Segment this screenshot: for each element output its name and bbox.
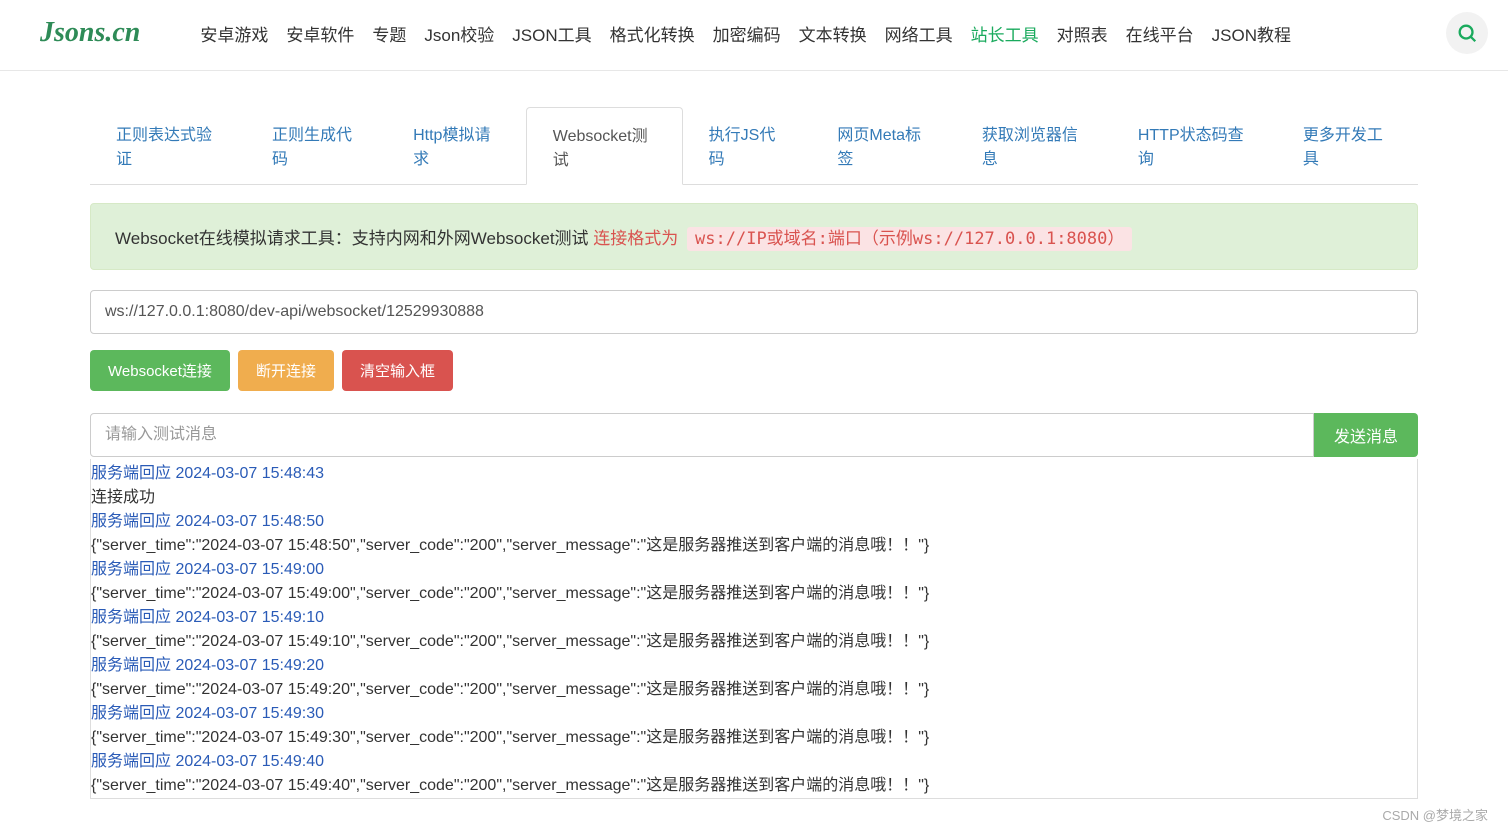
nav-item-5[interactable]: 格式化转换 xyxy=(610,21,695,46)
site-logo[interactable]: Jsons.cn xyxy=(40,17,140,49)
top-nav: 安卓游戏安卓软件专题 Json校验 JSON工具格式化转换加密编码文本转换网络工具站… xyxy=(200,21,1430,46)
nav-item-11[interactable]: 在线平台 xyxy=(1126,21,1194,46)
tab-2[interactable]: Http模拟请求 xyxy=(387,107,526,184)
message-row: 发送消息 xyxy=(90,413,1418,457)
top-header: Jsons.cn 安卓游戏安卓软件专题 Json校验 JSON工具格式化转换加密编码… xyxy=(0,0,1508,71)
log-line: 服务端回应 2024-03-07 15:49:10 xyxy=(91,606,1417,630)
banner-text: Websocket在线模拟请求工具：支持内网和外网Websocket测试 xyxy=(115,229,589,248)
tab-7[interactable]: HTTP状态码查询 xyxy=(1112,107,1277,184)
search-icon xyxy=(1456,22,1478,44)
log-line: {"server_time":"2024-03-07 15:49:20","se… xyxy=(91,678,1417,702)
message-input[interactable] xyxy=(90,413,1314,457)
tab-4[interactable]: 执行JS代码 xyxy=(683,107,812,184)
disconnect-button[interactable]: 断开连接 xyxy=(238,350,334,391)
log-line: 服务端回应 2024-03-07 15:49:00 xyxy=(91,558,1417,582)
send-button[interactable]: 发送消息 xyxy=(1314,413,1418,457)
websocket-url-input[interactable] xyxy=(90,290,1418,334)
log-line: 服务端回应 2024-03-07 15:49:40 xyxy=(91,750,1417,774)
nav-item-12[interactable]: JSON教程 xyxy=(1212,21,1291,46)
log-line: {"server_time":"2024-03-07 15:49:10","se… xyxy=(91,630,1417,654)
nav-item-8[interactable]: 网络工具 xyxy=(885,21,953,46)
log-output[interactable]: 服务端回应 2024-03-07 15:48:43连接成功服务端回应 2024-… xyxy=(90,459,1418,799)
nav-item-1[interactable]: 安卓软件 xyxy=(286,21,354,46)
connect-button[interactable]: Websocket连接 xyxy=(90,350,230,391)
nav-item-9[interactable]: 站长工具 xyxy=(971,21,1039,46)
log-line: 服务端回应 2024-03-07 15:48:43 xyxy=(91,462,1417,486)
search-button[interactable] xyxy=(1446,12,1488,54)
clear-button[interactable]: 清空输入框 xyxy=(342,350,453,391)
tab-8[interactable]: 更多开发工具 xyxy=(1277,107,1418,184)
nav-item-10[interactable]: 对照表 xyxy=(1057,21,1108,46)
main-container: 正则表达式验证正则生成代码Http模拟请求Websocket测试执行JS代码网页… xyxy=(54,107,1454,799)
tool-tabs: 正则表达式验证正则生成代码Http模拟请求Websocket测试执行JS代码网页… xyxy=(90,107,1418,185)
tab-0[interactable]: 正则表达式验证 xyxy=(90,107,246,184)
banner-hint-example: ws://IP或域名:端口（示例ws://127.0.0.1:8080） xyxy=(687,227,1132,251)
log-line: {"server_time":"2024-03-07 15:49:00","se… xyxy=(91,582,1417,606)
nav-item-3[interactable]: Json校验 xyxy=(424,21,494,46)
log-line: {"server_time":"2024-03-07 15:49:30","se… xyxy=(91,726,1417,750)
log-line: 服务端回应 2024-03-07 15:48:50 xyxy=(91,510,1417,534)
tab-6[interactable]: 获取浏览器信息 xyxy=(956,107,1112,184)
log-line: 服务端回应 2024-03-07 15:49:20 xyxy=(91,654,1417,678)
nav-item-4[interactable]: JSON工具 xyxy=(512,21,591,46)
info-banner: Websocket在线模拟请求工具：支持内网和外网Websocket测试 连接格… xyxy=(90,203,1418,270)
nav-item-7[interactable]: 文本转换 xyxy=(799,21,867,46)
log-line: {"server_time":"2024-03-07 15:48:50","se… xyxy=(91,534,1417,558)
log-line: 连接成功 xyxy=(91,486,1417,510)
tab-3[interactable]: Websocket测试 xyxy=(526,107,683,185)
nav-item-0[interactable]: 安卓游戏 xyxy=(200,21,268,46)
tab-5[interactable]: 网页Meta标签 xyxy=(811,107,955,184)
button-row: Websocket连接 断开连接 清空输入框 xyxy=(90,350,1418,391)
log-line: {"server_time":"2024-03-07 15:49:40","se… xyxy=(91,774,1417,798)
nav-item-2[interactable]: 专题 xyxy=(372,21,406,46)
log-line: 服务端回应 2024-03-07 15:49:30 xyxy=(91,702,1417,726)
tab-1[interactable]: 正则生成代码 xyxy=(246,107,387,184)
watermark: CSDN @梦境之家 xyxy=(1382,805,1488,824)
nav-item-6[interactable]: 加密编码 xyxy=(713,21,781,46)
banner-hint-label: 连接格式为 xyxy=(593,229,678,248)
